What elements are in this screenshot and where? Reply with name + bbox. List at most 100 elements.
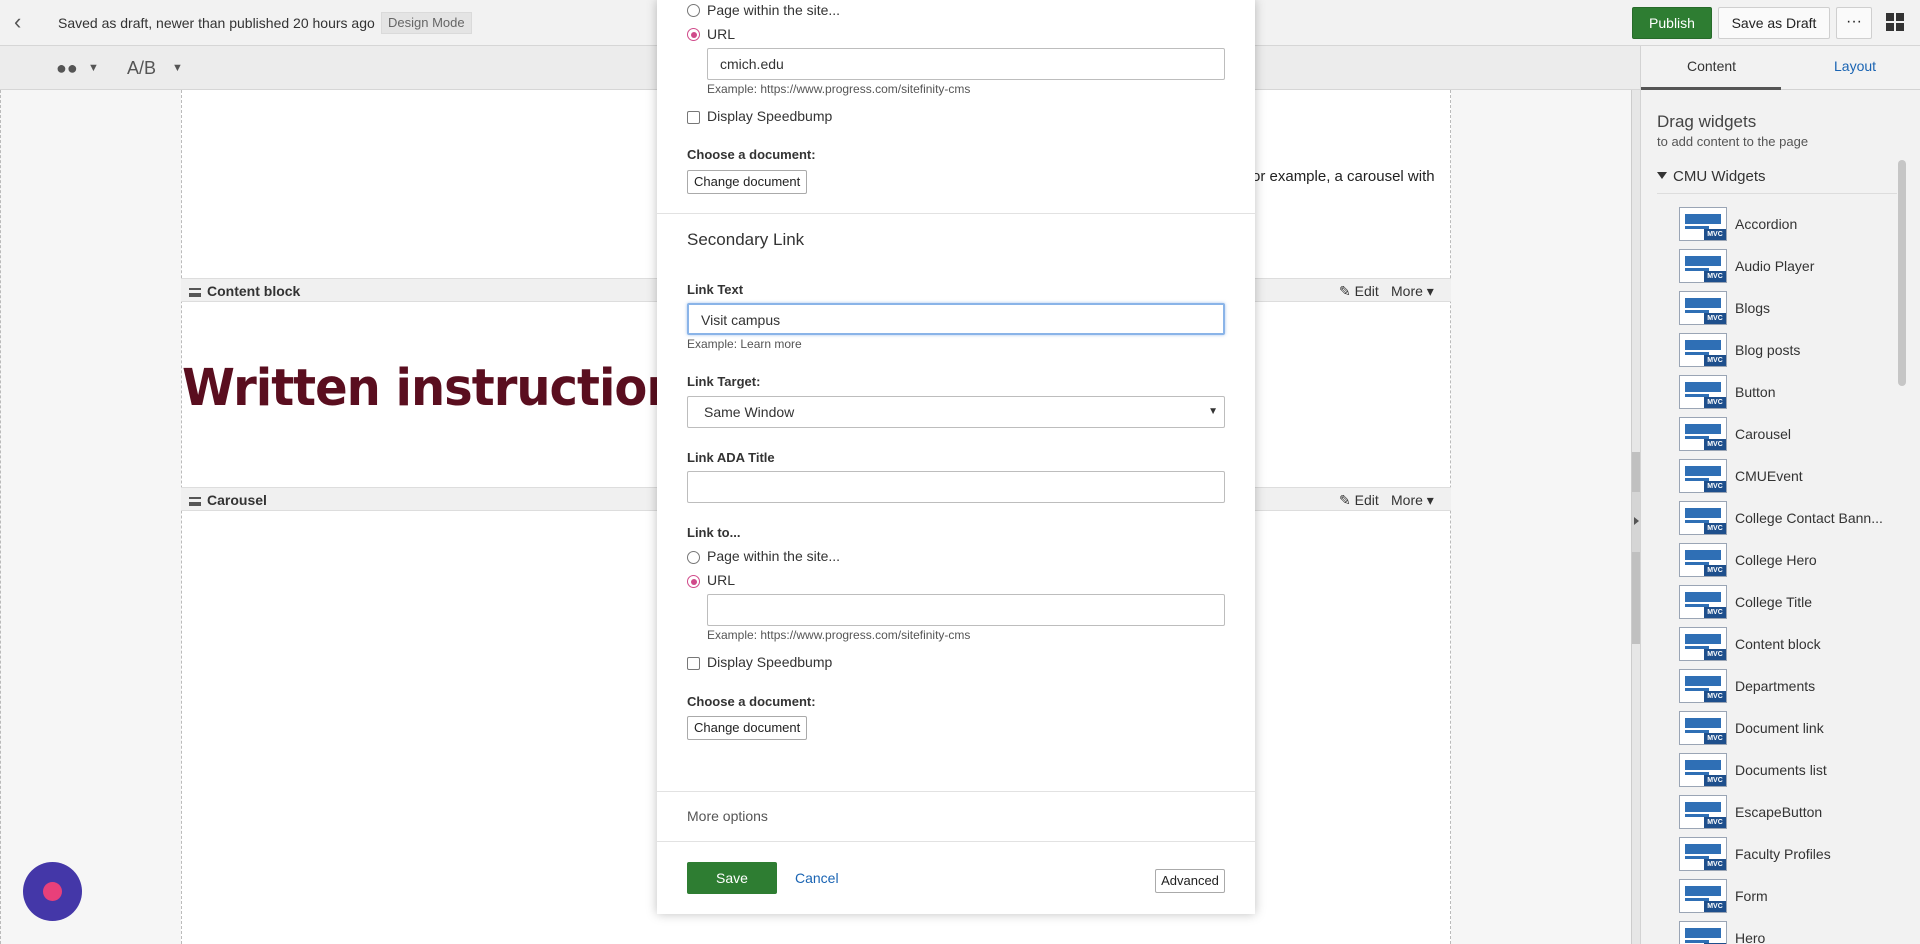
widget-item[interactable]: MVC Form — [1679, 876, 1889, 918]
widget-item-label: College Hero — [1735, 552, 1817, 568]
tab-content[interactable]: Content — [1687, 58, 1736, 74]
mvc-widget-icon: MVC — [1679, 333, 1727, 367]
display-speedbump-checkbox[interactable] — [687, 657, 700, 670]
link-target-select[interactable]: Same Window ▼ — [687, 396, 1225, 428]
back-arrow-icon[interactable]: ‹ — [14, 11, 36, 34]
page-within-site-radio[interactable] — [687, 551, 700, 564]
url-radio[interactable] — [687, 28, 700, 41]
panel-scrollbar[interactable] — [1898, 160, 1906, 386]
link-text-example: Example: Learn more — [687, 337, 802, 351]
chevron-down-icon[interactable]: ▼ — [88, 62, 99, 74]
more-options-toggle[interactable]: More options — [687, 808, 768, 824]
widget-item[interactable]: MVC CMUEvent — [1679, 456, 1889, 498]
more-widget-button[interactable]: More ▾ — [1391, 492, 1434, 509]
personas-icon[interactable]: ●● — [56, 58, 78, 79]
widget-item[interactable]: MVC Audio Player — [1679, 246, 1889, 288]
cancel-button[interactable]: Cancel — [795, 870, 839, 886]
group-title: CMU Widgets — [1673, 168, 1766, 185]
icon-bar — [1685, 676, 1721, 686]
widget-item-label: Carousel — [1735, 426, 1792, 442]
drag-handle-icon[interactable] — [189, 497, 201, 506]
section-divider — [657, 213, 1255, 214]
cmu-widgets-group[interactable]: CMU Widgets — [1657, 168, 1897, 194]
change-document-button[interactable]: Change document — [687, 716, 808, 740]
caret-down-icon — [1657, 172, 1667, 179]
widget-item-label: Blogs — [1735, 300, 1771, 316]
page-within-site-radio[interactable] — [687, 4, 700, 17]
link-text-label: Link Text — [687, 282, 744, 297]
more-actions-button[interactable]: ··· — [1836, 7, 1872, 39]
mvc-badge: MVC — [1704, 733, 1726, 744]
icon-bar — [1685, 466, 1721, 476]
mvc-widget-icon: MVC — [1679, 249, 1727, 283]
edit-widget-button[interactable]: ✎ Edit — [1339, 492, 1379, 509]
choose-document-label: Choose a document: — [687, 694, 816, 709]
widget-item[interactable]: MVC Departments — [1679, 666, 1889, 708]
grid-icon[interactable] — [1886, 13, 1904, 31]
widget-item[interactable]: MVC Blogs — [1679, 288, 1889, 330]
mvc-badge: MVC — [1704, 229, 1726, 240]
save-as-draft-button[interactable]: Save as Draft — [1718, 7, 1830, 39]
icon-bar — [1685, 844, 1721, 854]
icon-bar — [1685, 886, 1721, 896]
mvc-badge: MVC — [1704, 607, 1726, 618]
widget-item[interactable]: MVC College Hero — [1679, 540, 1889, 582]
url-input[interactable]: cmich.edu — [707, 48, 1225, 80]
drag-handle-icon[interactable] — [189, 288, 201, 297]
icon-bar — [1685, 550, 1721, 560]
icon-bar — [1685, 508, 1721, 518]
widget-item[interactable]: MVC College Contact Bann... — [1679, 498, 1889, 540]
link-ada-title-label: Link ADA Title — [687, 450, 775, 465]
widget-item[interactable]: MVC Carousel — [1679, 414, 1889, 456]
section-divider — [657, 841, 1255, 842]
widget-item-label: CMUEvent — [1735, 468, 1803, 484]
tab-layout[interactable]: Layout — [1834, 58, 1876, 74]
icon-bar — [1685, 634, 1721, 644]
link-ada-title-input[interactable] — [687, 471, 1225, 503]
widget-item[interactable]: MVC Accordion — [1679, 204, 1889, 246]
widget-item[interactable]: MVC Hero — [1679, 918, 1889, 944]
link-target-label: Link Target: — [687, 374, 761, 389]
url-label: URL — [707, 26, 736, 42]
mvc-badge: MVC — [1704, 565, 1726, 576]
widget-item-label: College Title — [1735, 594, 1813, 610]
widget-title: Carousel — [207, 492, 267, 508]
widget-item[interactable]: MVC Document link — [1679, 708, 1889, 750]
url-input[interactable] — [707, 594, 1225, 626]
save-button[interactable]: Save — [687, 862, 777, 894]
chat-launcher-icon[interactable] — [23, 862, 82, 921]
edit-widget-button[interactable]: ✎ Edit — [1339, 283, 1379, 300]
widget-item[interactable]: MVC Documents list — [1679, 750, 1889, 792]
ab-test-label[interactable]: A/B — [127, 58, 156, 79]
mvc-widget-icon: MVC — [1679, 207, 1727, 241]
mvc-widget-icon: MVC — [1679, 921, 1727, 944]
widget-item[interactable]: MVC College Title — [1679, 582, 1889, 624]
mvc-widget-icon: MVC — [1679, 837, 1727, 871]
more-label: More — [1391, 492, 1423, 508]
publish-button[interactable]: Publish — [1632, 7, 1712, 39]
display-speedbump-checkbox[interactable] — [687, 111, 700, 124]
link-text-input[interactable]: Visit campus — [687, 303, 1225, 335]
icon-bar — [1685, 718, 1721, 728]
mvc-widget-icon: MVC — [1679, 585, 1727, 619]
change-document-button[interactable]: Change document — [687, 170, 808, 194]
widget-item[interactable]: MVC Button — [1679, 372, 1889, 414]
display-speedbump-label: Display Speedbump — [707, 108, 833, 124]
widget-item-label: Departments — [1735, 678, 1816, 694]
widget-name: Carousel — [189, 492, 267, 508]
mvc-badge: MVC — [1704, 649, 1726, 660]
widget-item[interactable]: MVC Content block — [1679, 624, 1889, 666]
widget-item[interactable]: MVC Faculty Profiles — [1679, 834, 1889, 876]
page-within-site-label: Page within the site... — [707, 548, 841, 564]
widget-item-label: Hero — [1735, 930, 1766, 944]
save-status: Saved as draft, newer than published 20 … — [58, 15, 375, 31]
url-radio[interactable] — [687, 575, 700, 588]
more-widget-button[interactable]: More ▾ — [1391, 283, 1434, 300]
advanced-button[interactable]: Advanced — [1155, 869, 1225, 893]
chevron-down-icon[interactable]: ▼ — [172, 62, 183, 74]
widget-item[interactable]: MVC Blog posts — [1679, 330, 1889, 372]
icon-bar — [1685, 340, 1721, 350]
widget-item[interactable]: MVC EscapeButton — [1679, 792, 1889, 834]
mvc-widget-icon: MVC — [1679, 543, 1727, 577]
mvc-badge: MVC — [1704, 817, 1726, 828]
